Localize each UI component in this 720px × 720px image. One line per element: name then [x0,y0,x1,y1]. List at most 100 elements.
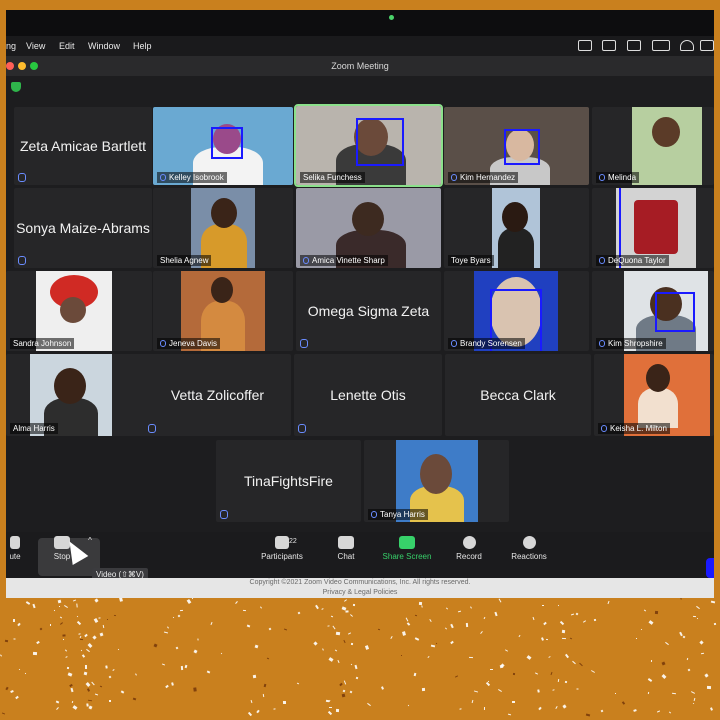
zoom-footer: Copyright ©2021 Zoom Video Communication… [6,578,714,600]
confetti-speck [665,641,669,646]
confetti-speck [67,672,73,677]
participant-tile[interactable]: Shelia Agnew [153,188,293,268]
confetti-speck [661,674,667,679]
confetti-speck [59,616,63,619]
participant-tile[interactable]: Tanya Harris [364,440,509,522]
participant-tile[interactable]: DeQuona Taylor [592,188,714,268]
confetti-speck [593,618,597,622]
reactions-button[interactable]: Reactions [504,536,554,561]
record-button[interactable]: Record [448,536,490,561]
confetti-speck [268,627,272,631]
video-options-caret[interactable]: ^ [84,536,96,545]
confetti-speck [607,600,610,605]
confetti-speck [534,672,539,675]
confetti-speck [24,672,27,675]
participant-tile[interactable]: Becca Clark [445,354,591,436]
confetti-speck [429,618,432,623]
participant-tile[interactable]: Amica Vinette Sharp [296,188,441,268]
confetti-speck [161,663,166,666]
mic-muted-icon [599,257,605,264]
privacy-link[interactable]: Privacy & Legal Policies [6,588,714,598]
participant-name-text: Kelley Isobrook [169,173,224,182]
participant-tile-active-speaker[interactable]: Selika Funchess [294,104,443,187]
confetti-speck [471,699,474,704]
participant-tile[interactable]: Keisha L. Milton [594,354,714,436]
confetti-speck [1,712,6,715]
participant-name: Zeta Amicae Bartlett [19,138,147,154]
participants-count: 22 [289,538,297,545]
end-meeting-button-edge[interactable] [706,558,714,578]
confetti-speck [343,639,346,644]
face-detection-box [211,127,243,159]
mute-button[interactable]: ute [6,536,24,561]
participant-tile[interactable]: Jeneva Davis [153,271,293,351]
confetti-speck [648,620,654,625]
participant-video [492,188,540,268]
person-figure [60,297,86,323]
participant-tile[interactable]: Alma Harris [6,354,152,436]
display-status-icon[interactable] [627,40,641,51]
participant-tile[interactable]: Sandra Johnson [6,271,152,351]
battery-icon[interactable] [652,40,670,51]
mic-muted-icon [298,424,306,433]
participant-name-text: Kim Shropshire [608,339,663,348]
participants-button[interactable]: Participants [252,536,312,561]
participant-tile[interactable]: Melinda [592,107,714,185]
confetti-speck [390,635,393,640]
confetti-speck [163,631,169,634]
confetti-speck [402,631,406,636]
control-center-icon[interactable] [700,40,714,51]
participant-tile[interactable]: Kim Shropshire [592,271,714,351]
confetti-speck [76,615,79,618]
participant-tile[interactable]: Brandy Sorensen [444,271,589,351]
participant-tile[interactable]: Kim Hernandez [444,107,589,185]
share-screen-button[interactable]: Share Screen [376,536,438,561]
confetti-speck [328,699,331,703]
confetti-speck [135,673,137,676]
confetti-speck [259,606,263,609]
confetti-speck [543,621,547,626]
confetti-speck [327,625,330,627]
confetti-speck [686,657,689,661]
confetti-speck [72,599,77,602]
screen-status-icon[interactable] [602,40,616,51]
confetti-speck [334,649,338,652]
participant-tile[interactable]: Toye Byars [444,188,589,268]
confetti-speck [86,648,90,653]
confetti-speck [633,709,637,712]
menu-view[interactable]: View [26,41,45,51]
confetti-speck [680,598,682,600]
zoom-status-icon[interactable] [578,40,592,51]
menu-help[interactable]: Help [133,41,152,51]
person-figure [352,202,384,236]
confetti-speck [591,670,595,673]
confetti-speck [696,617,699,620]
participant-tile[interactable]: Lenette Otis [294,354,442,436]
confetti-speck [175,646,179,650]
menu-window[interactable]: Window [88,41,120,51]
participant-tile[interactable]: Zeta Amicae Bartlett [14,107,152,185]
mic-muted-icon [599,340,605,347]
participant-tile[interactable]: Vetta Zolicoffer [144,354,291,436]
confetti-speck [465,622,469,628]
confetti-speck [85,682,91,687]
confetti-speck [94,598,99,603]
wifi-icon[interactable] [680,40,694,51]
chat-button[interactable]: Chat [326,536,366,561]
confetti-speck [62,634,66,637]
confetti-speck [400,654,403,657]
confetti-speck [459,708,462,710]
menu-app[interactable]: ng [6,41,16,51]
participant-tile[interactable]: TinaFightsFire [216,440,361,522]
confetti-speck [582,620,587,623]
confetti-speck [342,689,346,693]
shield-icon[interactable] [11,82,21,92]
participant-tile[interactable]: Kelley Isobrook [153,107,293,185]
confetti-speck [350,642,354,646]
confetti-speck [15,695,19,700]
menu-edit[interactable]: Edit [59,41,75,51]
share-screen-label: Share Screen [382,552,432,561]
participant-tile[interactable]: Omega Sigma Zeta [296,271,441,351]
participant-tile[interactable]: Sonya Maize-Abrams [14,188,152,268]
confetti-speck [252,674,257,679]
